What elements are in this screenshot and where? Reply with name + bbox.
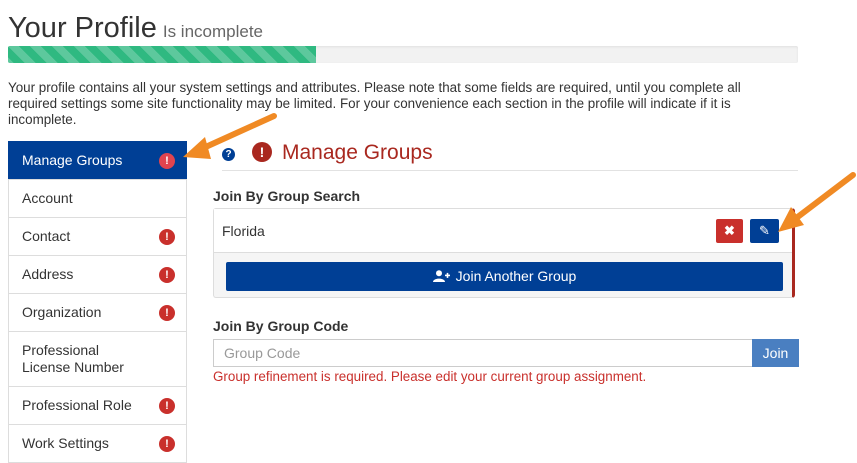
group-name: Florida — [222, 223, 265, 239]
alert-icon: ! — [159, 435, 175, 452]
alert-icon: ! — [159, 228, 175, 245]
sidebar-item-professional-role[interactable]: Professional Role ! — [8, 386, 187, 425]
profile-sidebar: Manage Groups ! Account Contact ! Addres… — [8, 141, 187, 463]
sidebar-item-label: Professional Role — [22, 397, 132, 413]
sidebar-item-label: Organization — [22, 304, 102, 320]
edit-group-button[interactable]: ✎ — [750, 219, 779, 243]
join-by-search-label: Join By Group Search — [213, 188, 361, 204]
pencil-icon: ✎ — [759, 223, 770, 238]
section-title: Manage Groups — [282, 141, 433, 164]
help-icon[interactable]: ? — [222, 148, 235, 161]
sidebar-item-label: Account — [22, 190, 73, 206]
group-row: Florida ✖ ✎ — [214, 209, 792, 253]
join-another-group-label: Join Another Group — [455, 268, 577, 284]
sidebar-item-professional-license-number[interactable]: Professional License Number — [8, 331, 187, 387]
sidebar-item-label: Work Settings — [22, 435, 109, 451]
sidebar-item-address[interactable]: Address ! — [8, 255, 187, 294]
alert-icon: ! — [252, 142, 272, 162]
remove-group-button[interactable]: ✖ — [716, 219, 743, 243]
add-user-icon — [432, 263, 450, 292]
alert-icon: ! — [159, 397, 175, 414]
intro-text: Your profile contains all your system se… — [8, 80, 741, 127]
sidebar-item-label: Contact — [22, 228, 71, 244]
sidebar-item-work-settings[interactable]: Work Settings ! — [8, 424, 187, 463]
sidebar-item-label: Address — [22, 266, 74, 282]
sidebar-item-account[interactable]: Account — [8, 179, 187, 218]
sidebar-item-contact[interactable]: Contact ! — [8, 217, 187, 256]
group-code-input[interactable] — [213, 339, 752, 367]
join-by-code-label: Join By Group Code — [213, 318, 349, 334]
group-search-panel: Florida ✖ ✎ Join Another Group — [213, 208, 795, 298]
sidebar-item-label: Professional License Number — [22, 342, 124, 375]
section-header: ? ! Manage Groups — [222, 141, 798, 171]
profile-progress-bar — [8, 46, 798, 63]
alert-icon: ! — [159, 304, 175, 321]
sidebar-item-label: Manage Groups — [22, 152, 123, 168]
progress-fill — [8, 46, 317, 63]
error-message: Group refinement is required. Please edi… — [213, 369, 647, 384]
alert-icon: ! — [159, 266, 175, 283]
page-title: Your Profile Is incomplete — [8, 8, 263, 45]
profile-status: Is incomplete — [162, 22, 264, 41]
page-title-text: Your Profile — [8, 12, 157, 44]
sidebar-item-manage-groups[interactable]: Manage Groups ! — [8, 141, 187, 180]
join-another-group-button[interactable]: Join Another Group — [226, 262, 783, 291]
join-button[interactable]: Join — [752, 339, 799, 367]
alert-icon: ! — [159, 152, 175, 169]
close-icon: ✖ — [724, 223, 735, 238]
sidebar-item-organization[interactable]: Organization ! — [8, 293, 187, 332]
